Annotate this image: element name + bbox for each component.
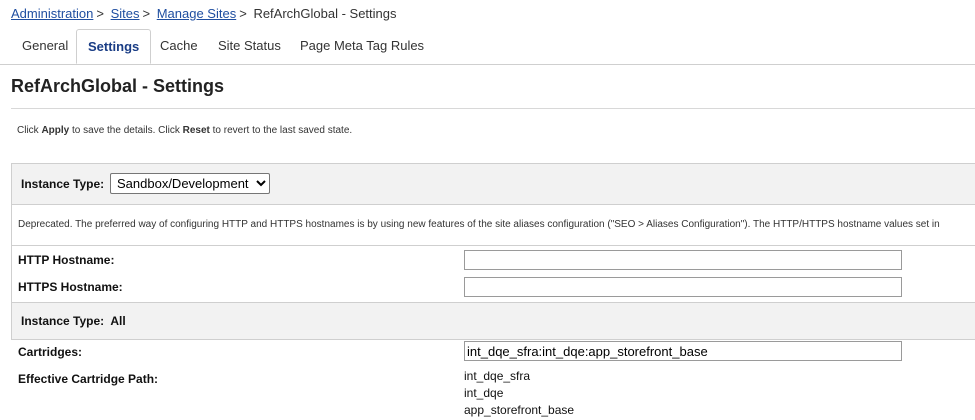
tab-bar: General Settings Cache Site Status Page … [0,29,975,65]
cartridges-label: Cartridges: [18,345,83,359]
https-hostname-label: HTTPS Hostname: [18,280,123,294]
instance-type-select[interactable]: Sandbox/Development [110,173,270,194]
title-divider [11,108,975,109]
https-hostname-input[interactable] [464,277,902,297]
effective-path-item: app_storefront_base [464,403,575,417]
http-hostname-input[interactable] [464,250,902,270]
help-text: Click Apply to save the details. Click R… [17,125,352,136]
instance-type-all-row: Instance Type: All [21,314,126,328]
http-hostname-label: HTTP Hostname: [18,253,115,267]
deprecated-note: Deprecated. The preferred way of configu… [18,219,940,230]
tab-settings[interactable]: Settings [76,29,152,64]
tab-page-meta-tag-rules[interactable]: Page Meta Tag Rules [300,29,424,63]
help-text-part: to revert to the last saved state. [209,125,353,136]
breadcrumb-link-sites[interactable]: Sites [111,6,140,21]
effective-path-item: int_dqe [464,386,504,400]
cartridges-input[interactable] [464,341,902,361]
breadcrumb: Administration > Sites > Manage Sites > Ref… [11,6,397,21]
page-title: RefArchGlobal - Settings [11,76,225,96]
effective-path-item: int_dqe_sfra [464,369,531,383]
instance-type-label: Instance Type: [21,177,105,191]
instance-type-all-value: All [110,314,126,328]
help-apply-keyword: Apply [41,125,70,136]
breadcrumb-separator: > [239,6,247,21]
help-text-part: Click [17,125,42,136]
breadcrumb-link-administration[interactable]: Administration [11,6,93,21]
effective-cartridge-path-label: Effective Cartridge Path: [18,372,159,386]
breadcrumb-separator: > [96,6,104,21]
help-reset-keyword: Reset [182,125,210,136]
instance-type-all-label: Instance Type: [21,314,105,328]
tab-general[interactable]: General [22,29,68,63]
breadcrumb-link-manage-sites[interactable]: Manage Sites [157,6,237,21]
tab-site-status[interactable]: Site Status [218,29,281,63]
instance-type-all-panel [11,302,975,340]
tab-cache[interactable]: Cache [160,29,198,63]
breadcrumb-current: RefArchGlobal - Settings [253,6,397,21]
help-text-part: to save the details. Click [69,125,183,136]
breadcrumb-separator: > [142,6,151,21]
